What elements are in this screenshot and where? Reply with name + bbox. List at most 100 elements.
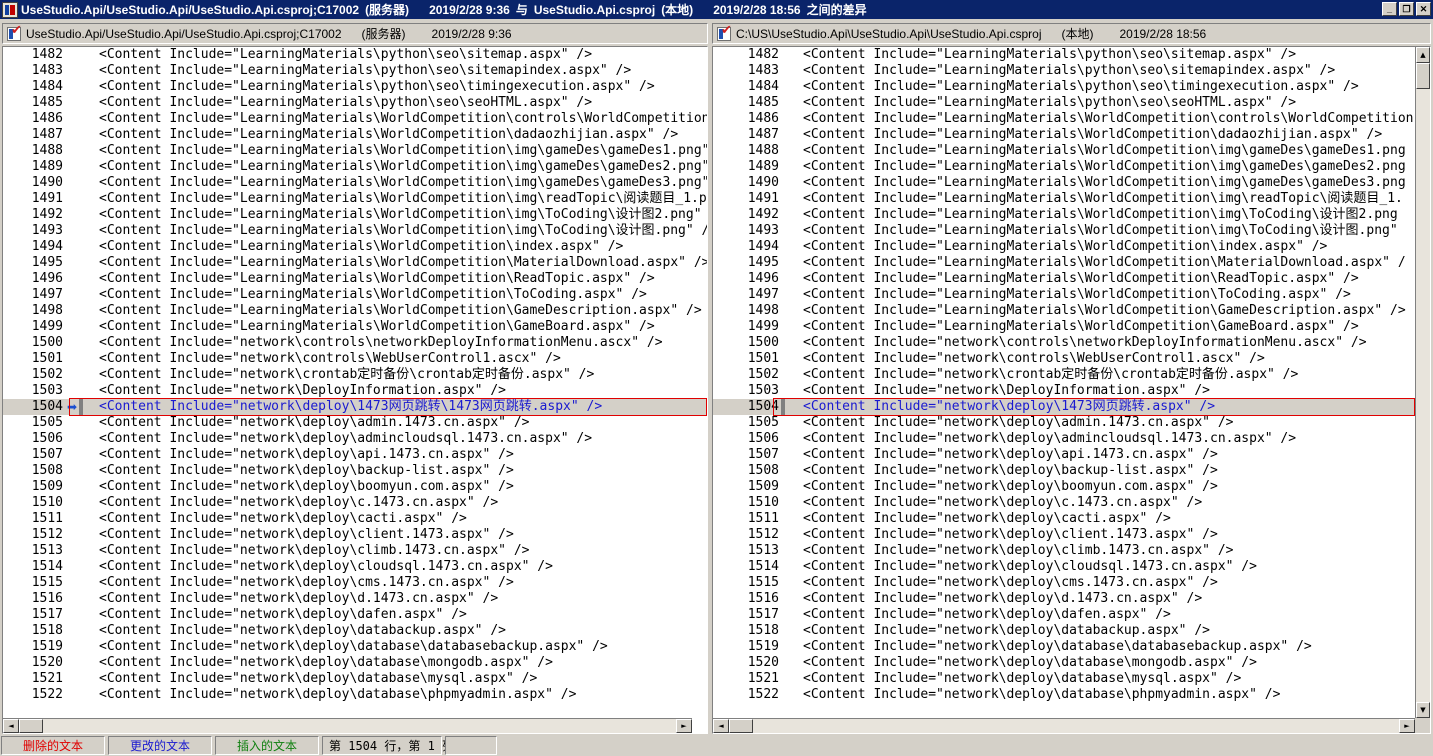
- code-line-row[interactable]: 1483 <Content Include="LearningMaterials\…: [713, 63, 1430, 79]
- left-scroll-right-arrow[interactable]: ►: [676, 719, 692, 733]
- code-line-row[interactable]: 1513 <Content Include="network\deploy\cli…: [3, 543, 707, 559]
- left-diff-pane[interactable]: 1482 <Content Include="LearningMaterials\…: [2, 46, 708, 734]
- code-line-row[interactable]: 1489 <Content Include="LearningMaterials\…: [713, 159, 1430, 175]
- code-line-row[interactable]: 1501 <Content Include="network\controls\W…: [713, 351, 1430, 367]
- code-line-row[interactable]: 1482 <Content Include="LearningMaterials\…: [713, 47, 1430, 63]
- code-line-row[interactable]: 1484 <Content Include="LearningMaterials\…: [3, 79, 707, 95]
- left-scroll-left-arrow[interactable]: ◄: [3, 719, 19, 733]
- code-line-row[interactable]: 1486 <Content Include="LearningMaterials\…: [713, 111, 1430, 127]
- code-line-row[interactable]: 1512 <Content Include="network\deploy\cli…: [713, 527, 1430, 543]
- code-line-row[interactable]: 1507 <Content Include="network\deploy\api…: [713, 447, 1430, 463]
- code-line-row[interactable]: 1501 <Content Include="network\controls\W…: [3, 351, 707, 367]
- code-line-row[interactable]: 1488 <Content Include="LearningMaterials\…: [713, 143, 1430, 159]
- right-code-area[interactable]: 1482 <Content Include="LearningMaterials\…: [713, 47, 1430, 733]
- code-line-row[interactable]: 1495 <Content Include="LearningMaterials\…: [3, 255, 707, 271]
- code-line-row[interactable]: 1514 <Content Include="network\deploy\clo…: [3, 559, 707, 575]
- right-hscroll-thumb[interactable]: [729, 719, 753, 733]
- code-line-row[interactable]: 1485 <Content Include="LearningMaterials\…: [713, 95, 1430, 111]
- code-line-row[interactable]: 1487 <Content Include="LearningMaterials\…: [713, 127, 1430, 143]
- code-line-row[interactable]: 1489 <Content Include="LearningMaterials\…: [3, 159, 707, 175]
- code-line-row[interactable]: 1516 <Content Include="network\deploy\d.1…: [3, 591, 707, 607]
- code-line-row[interactable]: 1520 <Content Include="network\deploy\dat…: [3, 655, 707, 671]
- code-line-row[interactable]: 1516 <Content Include="network\deploy\d.1…: [713, 591, 1430, 607]
- code-line-row[interactable]: 1498 <Content Include="LearningMaterials\…: [3, 303, 707, 319]
- left-hscroll-track[interactable]: [19, 719, 676, 733]
- code-line-row[interactable]: 1515 <Content Include="network\deploy\cms…: [3, 575, 707, 591]
- code-line-row[interactable]: 1508 <Content Include="network\deploy\bac…: [713, 463, 1430, 479]
- code-line-row[interactable]: 1490 <Content Include="LearningMaterials\…: [3, 175, 707, 191]
- code-line-row[interactable]: 1488 <Content Include="LearningMaterials\…: [3, 143, 707, 159]
- code-line-row[interactable]: 1482 <Content Include="LearningMaterials\…: [3, 47, 707, 63]
- code-line-row[interactable]: 1512 <Content Include="network\deploy\cli…: [3, 527, 707, 543]
- scroll-up-arrow[interactable]: ▲: [1416, 47, 1430, 63]
- code-line-row[interactable]: 1502 <Content Include="network\crontab定时备…: [3, 367, 707, 383]
- code-line-row[interactable]: 1509 <Content Include="network\deploy\boo…: [3, 479, 707, 495]
- code-line-row[interactable]: 1497 <Content Include="LearningMaterials\…: [3, 287, 707, 303]
- scroll-down-arrow[interactable]: ▼: [1416, 702, 1430, 718]
- code-line-row[interactable]: 1522 <Content Include="network\deploy\dat…: [3, 687, 707, 703]
- code-line-row[interactable]: 1519 <Content Include="network\deploy\dat…: [3, 639, 707, 655]
- right-vscroll-thumb[interactable]: [1416, 63, 1430, 89]
- code-line-row[interactable]: 1513 <Content Include="network\deploy\cli…: [713, 543, 1430, 559]
- code-line-row[interactable]: 1508 <Content Include="network\deploy\bac…: [3, 463, 707, 479]
- code-line-row[interactable]: 1518 <Content Include="network\deploy\dat…: [713, 623, 1430, 639]
- code-line-row[interactable]: 1484 <Content Include="LearningMaterials\…: [713, 79, 1430, 95]
- code-line-row[interactable]: 1492 <Content Include="LearningMaterials\…: [3, 207, 707, 223]
- code-line-row[interactable]: 1495 <Content Include="LearningMaterials\…: [713, 255, 1430, 271]
- code-line-row[interactable]: 1499 <Content Include="LearningMaterials\…: [713, 319, 1430, 335]
- code-line-row[interactable]: 1517 <Content Include="network\deploy\daf…: [713, 607, 1430, 623]
- code-line-row[interactable]: 1493 <Content Include="LearningMaterials\…: [713, 223, 1430, 239]
- code-line-row[interactable]: 1496 <Content Include="LearningMaterials\…: [713, 271, 1430, 287]
- left-horizontal-scrollbar[interactable]: ◄ ►: [3, 718, 692, 733]
- right-horizontal-scrollbar[interactable]: ◄ ►: [713, 718, 1415, 733]
- minimize-button[interactable]: _: [1382, 2, 1397, 16]
- code-line-row[interactable]: 1502 <Content Include="network\crontab定时备…: [713, 367, 1430, 383]
- code-line-row[interactable]: 1487 <Content Include="LearningMaterials\…: [3, 127, 707, 143]
- code-line-row[interactable]: 1504 <Content Include="network\deploy\147…: [713, 399, 1430, 415]
- right-hscroll-track[interactable]: [729, 719, 1399, 733]
- code-line-row[interactable]: 1519 <Content Include="network\deploy\dat…: [713, 639, 1430, 655]
- code-line-row[interactable]: 1505 <Content Include="network\deploy\adm…: [713, 415, 1430, 431]
- code-line-row[interactable]: 1511 <Content Include="network\deploy\cac…: [713, 511, 1430, 527]
- code-line-row[interactable]: 1522 <Content Include="network\deploy\dat…: [713, 687, 1430, 703]
- code-line-row[interactable]: 1491 <Content Include="LearningMaterials\…: [3, 191, 707, 207]
- code-line-row[interactable]: 1491 <Content Include="LearningMaterials\…: [713, 191, 1430, 207]
- code-line-row[interactable]: 1510 <Content Include="network\deploy\c.1…: [3, 495, 707, 511]
- code-line-row[interactable]: 1506 <Content Include="network\deploy\adm…: [3, 431, 707, 447]
- code-line-row[interactable]: 1517 <Content Include="network\deploy\daf…: [3, 607, 707, 623]
- left-code-area[interactable]: 1482 <Content Include="LearningMaterials\…: [3, 47, 707, 733]
- code-line-row[interactable]: 1505 <Content Include="network\deploy\adm…: [3, 415, 707, 431]
- right-diff-pane[interactable]: 1482 <Content Include="LearningMaterials\…: [712, 46, 1431, 734]
- code-line-row[interactable]: 1507 <Content Include="network\deploy\api…: [3, 447, 707, 463]
- left-hscroll-thumb[interactable]: [19, 719, 43, 733]
- code-line-row[interactable]: 1494 <Content Include="LearningMaterials\…: [3, 239, 707, 255]
- code-line-row[interactable]: 1518 <Content Include="network\deploy\dat…: [3, 623, 707, 639]
- right-scroll-right-arrow[interactable]: ►: [1399, 719, 1415, 733]
- code-line-row[interactable]: 1510 <Content Include="network\deploy\c.1…: [713, 495, 1430, 511]
- code-line-row[interactable]: 1515 <Content Include="network\deploy\cms…: [713, 575, 1430, 591]
- code-line-row[interactable]: 1521 <Content Include="network\deploy\dat…: [713, 671, 1430, 687]
- close-button[interactable]: ✕: [1416, 2, 1431, 16]
- code-line-row[interactable]: 1514 <Content Include="network\deploy\clo…: [713, 559, 1430, 575]
- code-line-row[interactable]: 1500 <Content Include="network\controls\n…: [3, 335, 707, 351]
- code-line-row[interactable]: 1483 <Content Include="LearningMaterials\…: [3, 63, 707, 79]
- code-line-row[interactable]: 1496 <Content Include="LearningMaterials\…: [3, 271, 707, 287]
- code-line-row[interactable]: 1506 <Content Include="network\deploy\adm…: [713, 431, 1430, 447]
- code-line-row[interactable]: 1503 <Content Include="network\DeployInfo…: [713, 383, 1430, 399]
- code-line-row[interactable]: 1497 <Content Include="LearningMaterials\…: [713, 287, 1430, 303]
- maximize-button[interactable]: ❐: [1399, 2, 1414, 16]
- code-line-row[interactable]: 1492 <Content Include="LearningMaterials\…: [713, 207, 1430, 223]
- code-line-row[interactable]: 1499 <Content Include="LearningMaterials\…: [3, 319, 707, 335]
- code-line-row[interactable]: 1521 <Content Include="network\deploy\dat…: [3, 671, 707, 687]
- code-line-row[interactable]: 1500 <Content Include="network\controls\n…: [713, 335, 1430, 351]
- right-vscroll-track[interactable]: [1416, 63, 1430, 702]
- code-line-row[interactable]: 1494 <Content Include="LearningMaterials\…: [713, 239, 1430, 255]
- code-line-row[interactable]: 1490 <Content Include="LearningMaterials\…: [713, 175, 1430, 191]
- right-vertical-scrollbar[interactable]: ▲ ▼: [1415, 47, 1430, 718]
- code-line-row[interactable]: 1493 <Content Include="LearningMaterials\…: [3, 223, 707, 239]
- code-line-row[interactable]: 1520 <Content Include="network\deploy\dat…: [713, 655, 1430, 671]
- code-line-row[interactable]: 1498 <Content Include="LearningMaterials\…: [713, 303, 1430, 319]
- code-line-row[interactable]: 1511 <Content Include="network\deploy\cac…: [3, 511, 707, 527]
- code-line-row[interactable]: 1486 <Content Include="LearningMaterials\…: [3, 111, 707, 127]
- right-scroll-left-arrow[interactable]: ◄: [713, 719, 729, 733]
